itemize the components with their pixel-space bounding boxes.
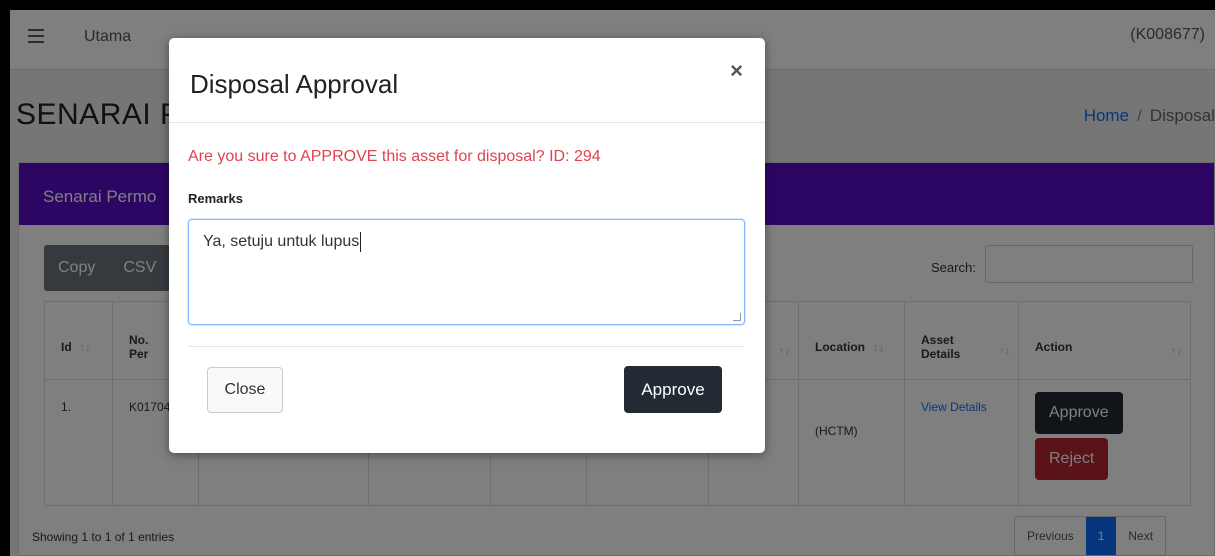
confirmation-message: Are you sure to APPROVE this asset for d… [188, 148, 601, 165]
close-icon[interactable]: × [730, 58, 743, 84]
disposal-approval-modal: Disposal Approval × Are you sure to APPR… [169, 38, 765, 453]
remarks-textarea[interactable]: Ya, setuju untuk lupus [188, 219, 745, 325]
remarks-label: Remarks [188, 191, 243, 206]
modal-header-divider [169, 122, 765, 123]
resize-handle-icon[interactable] [733, 313, 741, 321]
approve-button[interactable]: Approve [624, 366, 722, 413]
remarks-text: Ya, setuju untuk lupus [203, 233, 360, 251]
modal-footer-divider [188, 346, 745, 347]
text-cursor [360, 232, 362, 252]
modal-title: Disposal Approval [190, 69, 399, 99]
close-button[interactable]: Close [207, 367, 283, 413]
